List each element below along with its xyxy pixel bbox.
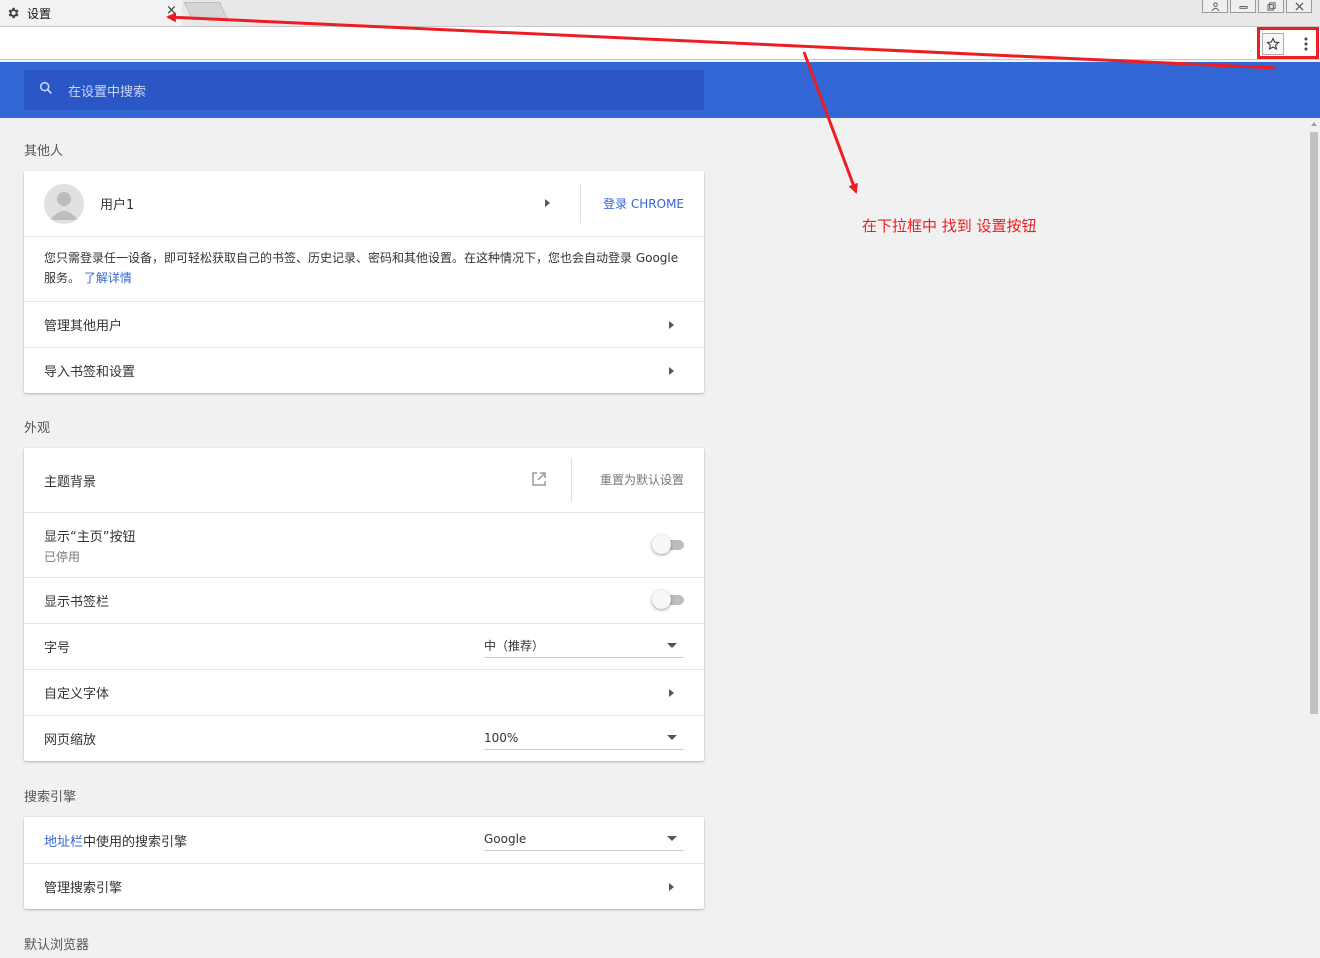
user-row: 用户1 登录 CHROME <box>24 171 704 236</box>
settings-search-input[interactable]: 在设置中搜索 <box>24 70 704 110</box>
search-engine-row: 地址栏中使用的搜索引擎 Google <box>24 817 704 863</box>
appearance-card: 主题背景 重置为默认设置 显示“主页”按钮 已停用 显示书签栏 字号 中（推荐） <box>24 448 704 761</box>
open-external-icon[interactable] <box>531 471 547 491</box>
settings-header: 在设置中搜索 <box>0 62 1320 118</box>
section-title-appearance: 外观 <box>24 421 51 436</box>
browser-toolbar <box>0 26 1320 60</box>
sign-in-description: 您只需登录任一设备，即可轻松获取自己的书签、历史记录、密码和其他设置。在这种情况… <box>44 248 684 288</box>
reset-theme-button[interactable]: 重置为默认设置 <box>600 471 684 488</box>
show-home-row: 显示“主页”按钮 已停用 <box>24 512 704 577</box>
import-row[interactable]: 导入书签和设置 <box>24 347 704 393</box>
restore-icon[interactable] <box>1258 0 1284 13</box>
search-engine-card: 地址栏中使用的搜索引擎 Google 管理搜索引擎 <box>24 817 704 909</box>
show-bookmarks-toggle[interactable] <box>652 590 686 609</box>
font-size-label: 字号 <box>44 641 71 656</box>
minimize-icon[interactable] <box>1230 0 1256 13</box>
scrollbar-thumb[interactable] <box>1310 132 1318 714</box>
description-text: 您只需登录任一设备，即可轻松获取自己的书签、历史记录、密码和其他设置。在这种情况… <box>44 251 679 285</box>
manage-search-engines-row[interactable]: 管理搜索引擎 <box>24 863 704 909</box>
tab-title: 设置 <box>27 6 52 21</box>
show-bookmarks-row: 显示书签栏 <box>24 577 704 623</box>
page-zoom-label: 网页缩放 <box>44 733 97 748</box>
more-menu-icon[interactable] <box>1296 33 1316 55</box>
custom-fonts-label: 自定义字体 <box>44 687 110 702</box>
tab-strip: 设置 × <box>0 0 1320 26</box>
font-size-value: 中（推荐） <box>484 639 545 653</box>
manage-users-row[interactable]: 管理其他用户 <box>24 301 704 347</box>
chevron-right-icon <box>669 321 674 329</box>
page-zoom-row: 网页缩放 100% <box>24 715 704 761</box>
import-label: 导入书签和设置 <box>44 365 136 380</box>
close-icon[interactable] <box>1286 0 1312 13</box>
divider <box>571 458 572 502</box>
people-card: 用户1 登录 CHROME 您只需登录任一设备，即可轻松获取自己的书签、历史记录… <box>24 171 704 393</box>
search-engine-select[interactable]: Google <box>484 827 684 851</box>
manage-users-label: 管理其他用户 <box>44 319 123 334</box>
font-size-row: 字号 中（推荐） <box>24 623 704 669</box>
search-icon <box>38 80 54 100</box>
user-arrow-icon[interactable] <box>545 199 550 207</box>
learn-more-link[interactable]: 了解详情 <box>84 271 132 285</box>
page-zoom-select[interactable]: 100% <box>484 726 684 750</box>
user-icon[interactable] <box>1202 0 1228 13</box>
scroll-up-icon[interactable] <box>1311 122 1317 126</box>
custom-fonts-row[interactable]: 自定义字体 <box>24 669 704 715</box>
section-title-people: 其他人 <box>24 144 64 159</box>
show-home-text: 显示“主页”按钮 已停用 <box>44 526 135 565</box>
theme-label: 主题背景 <box>44 474 97 490</box>
chevron-down-icon <box>667 735 677 740</box>
divider <box>580 183 581 223</box>
user-name: 用户1 <box>100 198 135 213</box>
show-home-status: 已停用 <box>44 549 81 564</box>
search-placeholder: 在设置中搜索 <box>68 84 147 100</box>
font-size-select[interactable]: 中（推荐） <box>484 634 684 658</box>
annotation-text: 在下拉框中 找到 设置按钮 <box>862 217 1037 235</box>
show-home-label: 显示“主页”按钮 <box>44 529 136 545</box>
avatar[interactable] <box>44 183 84 224</box>
tab-close-icon[interactable]: × <box>166 4 178 18</box>
address-bar-link[interactable]: 地址栏 <box>44 835 83 850</box>
bookmark-star-icon[interactable] <box>1262 33 1284 55</box>
chevron-right-icon <box>669 883 674 891</box>
show-home-toggle[interactable] <box>652 535 686 554</box>
page-zoom-value: 100% <box>484 730 519 745</box>
theme-row: 主题背景 重置为默认设置 <box>24 448 704 512</box>
chevron-right-icon <box>669 367 674 375</box>
gear-icon <box>6 6 20 20</box>
window-controls <box>1200 0 1312 13</box>
show-bookmarks-label: 显示书签栏 <box>44 595 110 610</box>
new-tab-button[interactable] <box>183 2 229 20</box>
manage-search-engines-label: 管理搜索引擎 <box>44 881 123 896</box>
tab-settings[interactable]: 设置 × <box>0 0 182 26</box>
scrollbar[interactable] <box>1308 118 1320 958</box>
chevron-down-icon <box>667 836 677 841</box>
settings-content: 其他人 用户1 登录 CHROME 您只需登录任一设备，即可轻松获取自己的书签、… <box>0 118 1308 958</box>
chevron-down-icon <box>667 643 677 648</box>
sign-in-chrome-button[interactable]: 登录 CHROME <box>603 195 684 212</box>
search-engine-value: Google <box>484 831 527 846</box>
section-title-search-engine: 搜索引擎 <box>24 790 77 805</box>
chevron-right-icon <box>669 689 674 697</box>
section-title-default-browser: 默认浏览器 <box>24 938 90 953</box>
search-engine-label: 地址栏中使用的搜索引擎 <box>44 831 187 850</box>
sign-in-description-row: 您只需登录任一设备，即可轻松获取自己的书签、历史记录、密码和其他设置。在这种情况… <box>24 236 704 301</box>
search-engine-label-rest: 中使用的搜索引擎 <box>83 834 188 850</box>
